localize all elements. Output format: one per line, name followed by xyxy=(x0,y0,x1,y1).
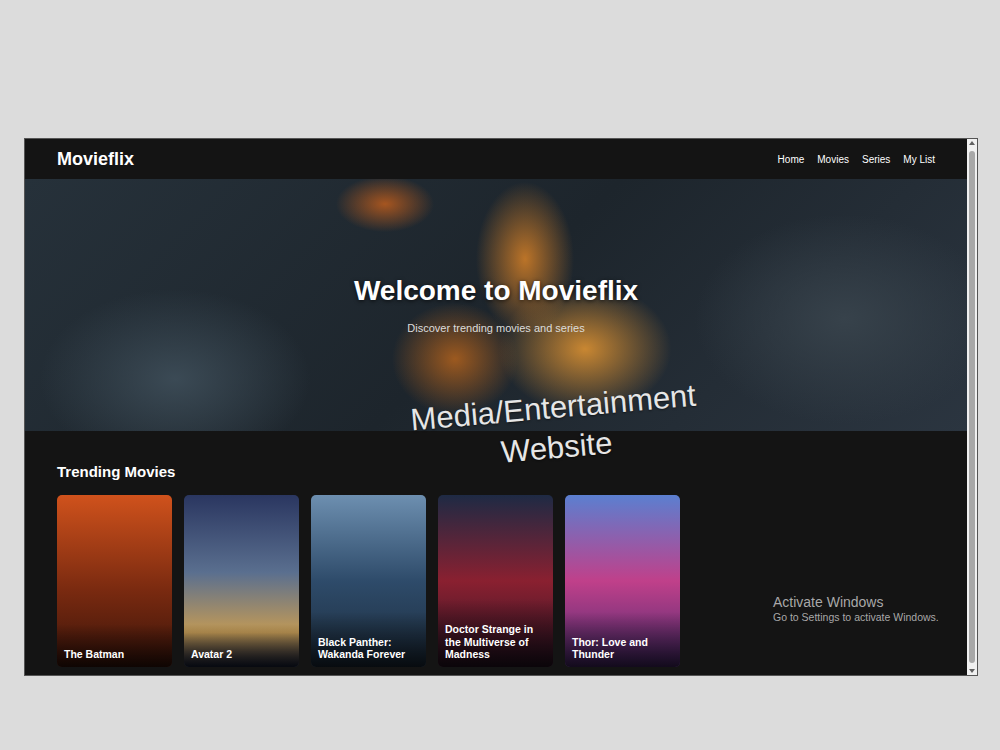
hero-banner: Welcome to Movieflix Discover trending m… xyxy=(25,179,967,431)
nav-link[interactable]: Movies xyxy=(817,152,849,167)
movie-title: The Batman xyxy=(57,624,172,667)
scrollbar[interactable] xyxy=(967,139,977,675)
movie-card[interactable]: The Batman xyxy=(57,495,172,667)
scroll-up-icon[interactable] xyxy=(969,141,975,145)
watermark-subtitle: Go to Settings to activate Windows. xyxy=(773,611,939,625)
movie-card[interactable]: Doctor Strange in the Multiverse of Madn… xyxy=(438,495,553,667)
nav-links: Home Movies Series My List xyxy=(778,152,935,167)
top-navbar: Movieflix Home Movies Series My List xyxy=(25,139,967,179)
windows-watermark: Activate Windows Go to Settings to activ… xyxy=(773,594,939,624)
movie-title: Doctor Strange in the Multiverse of Madn… xyxy=(438,599,553,667)
scroll-down-icon[interactable] xyxy=(969,669,975,673)
hero-subtitle: Discover trending movies and series xyxy=(407,320,584,337)
section-title: Trending Movies xyxy=(57,463,935,481)
browser-screenshot: Movieflix Home Movies Series My List Welcom… xyxy=(25,139,977,675)
nav-link[interactable]: My List xyxy=(903,152,935,167)
movie-card[interactable]: Thor: Love and Thunder xyxy=(565,495,680,667)
trending-section: Trending Movies The Batman Avatar 2 Black … xyxy=(25,431,967,675)
movie-card[interactable]: Avatar 2 xyxy=(184,495,299,667)
overlay-caption: Media/Entertainment Website xyxy=(382,373,728,483)
movie-title: Black Panther: Wakanda Forever xyxy=(311,612,426,667)
nav-link[interactable]: Series xyxy=(862,152,890,167)
page: Movieflix Home Movies Series My List Welcom… xyxy=(25,139,967,675)
movie-title: Thor: Love and Thunder xyxy=(565,612,680,667)
watermark-title: Activate Windows xyxy=(773,594,939,611)
brand-logo[interactable]: Movieflix xyxy=(57,146,134,173)
movie-title: Avatar 2 xyxy=(184,624,299,667)
movie-card[interactable]: Black Panther: Wakanda Forever xyxy=(311,495,426,667)
nav-link[interactable]: Home xyxy=(778,152,805,167)
movie-row: The Batman Avatar 2 Black Panther: Wakanda… xyxy=(57,495,935,667)
hero-title: Welcome to Movieflix xyxy=(354,274,638,308)
scroll-thumb[interactable] xyxy=(969,151,975,663)
slide: Movieflix Home Movies Series My List Welcom… xyxy=(0,0,1000,750)
